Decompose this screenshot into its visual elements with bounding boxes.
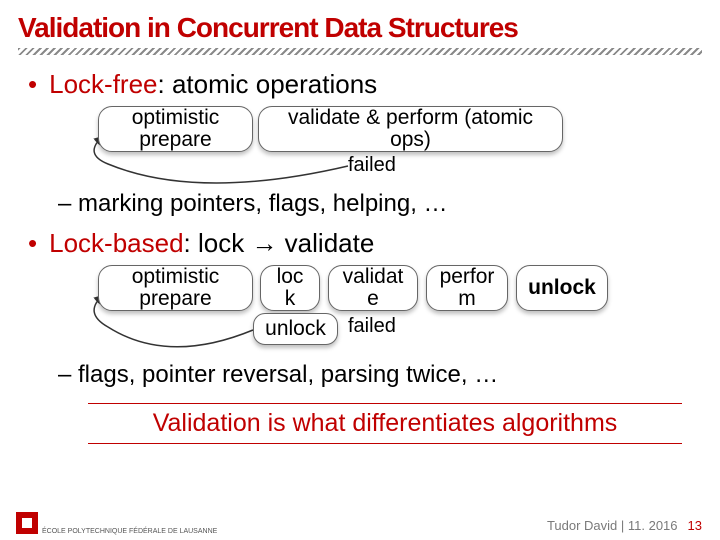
bullet-dot-icon: • (28, 228, 37, 259)
box-validate: validat e (328, 265, 418, 311)
slide-title: Validation in Concurrent Data Structures (0, 0, 720, 48)
bullet-lock-based: • Lock-based: lock → validate (28, 228, 692, 259)
box-perform: perfor m (426, 265, 508, 311)
sub-bullet-flags: – flags, pointer reversal, parsing twice… (58, 361, 692, 389)
box-unlock-bold: unlock (516, 265, 608, 311)
box-line: e (335, 288, 411, 310)
bullet-dot-icon: • (28, 69, 37, 100)
box-line: loc (267, 266, 313, 288)
box-line: prepare (105, 129, 246, 151)
box-optimistic-prepare: optimistic prepare (98, 106, 253, 152)
box-lock: loc k (260, 265, 320, 311)
lock-based-mid: : lock (184, 228, 252, 258)
box-line: prepare (105, 288, 246, 310)
lock-free-rest: : atomic operations (158, 69, 378, 99)
box-unlock: unlock (253, 313, 338, 345)
footer-bar: Tudor David | 11. 2016 13 (0, 510, 720, 540)
bullet-lock-free: • Lock-free: atomic operations (28, 69, 692, 100)
arrow-right-icon: → (251, 228, 277, 258)
box-optimistic-prepare: optimistic prepare (98, 265, 253, 311)
flow-lock-free: optimistic prepare validate & perform (a… (48, 106, 692, 186)
failed-label: failed (348, 154, 396, 177)
box-line: perfor (433, 266, 501, 288)
author-date: Tudor David | 11. 2016 (547, 518, 678, 533)
page-number: 13 (688, 518, 702, 533)
highlight-statement: Validation is what differentiates algori… (88, 403, 682, 444)
flow-lock-based: optimistic prepare loc k validat e perfo… (48, 265, 692, 357)
failed-label: failed (348, 315, 396, 338)
box-line: unlock (523, 277, 601, 299)
box-line: validate & perform (atomic (265, 107, 556, 129)
lock-based-label: Lock-based (49, 228, 183, 258)
lock-free-label: Lock-free (49, 69, 157, 99)
bullet-lock-based-text: Lock-based: lock → validate (49, 228, 374, 259)
lock-based-tail: validate (277, 228, 374, 258)
box-line: m (433, 288, 501, 310)
box-line: optimistic (105, 266, 246, 288)
box-line: unlock (260, 318, 331, 340)
box-line: validat (335, 266, 411, 288)
box-line: ops) (265, 129, 556, 151)
slide-content: • Lock-free: atomic operations optimisti… (0, 69, 720, 444)
sub-bullet-marking: – marking pointers, flags, helping, … (58, 190, 692, 218)
title-divider (18, 48, 702, 55)
box-line: optimistic (105, 107, 246, 129)
bullet-lock-free-text: Lock-free: atomic operations (49, 69, 377, 100)
box-line: k (267, 288, 313, 310)
box-validate-perform: validate & perform (atomic ops) (258, 106, 563, 152)
